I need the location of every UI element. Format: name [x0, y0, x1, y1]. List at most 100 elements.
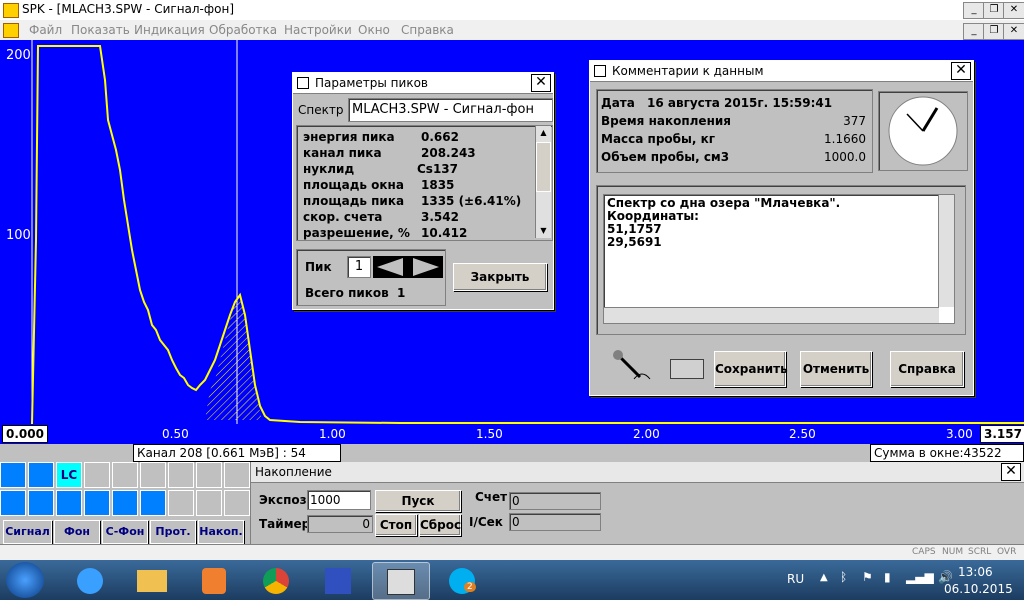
flag-icon[interactable]: ⚑: [862, 570, 873, 584]
peak-number-field[interactable]: 1: [347, 256, 371, 278]
dialog-icon: [594, 65, 606, 77]
tool-peak-outline[interactable]: [112, 462, 138, 488]
y-label-100: 100: [6, 228, 31, 243]
cancel-button[interactable]: Отменить: [800, 351, 872, 387]
param-window-area-label: площадь окна: [303, 178, 404, 192]
spk-app-icon[interactable]: [372, 562, 430, 600]
microphone-icon[interactable]: [610, 347, 654, 387]
window-sum: Сумма в окне:43522: [870, 444, 1024, 462]
mode-background-button[interactable]: Фон: [54, 520, 100, 544]
x-max-label: 3.157: [980, 425, 1024, 443]
comment-group: Спектр со дна озера "Млачевка". Координа…: [596, 185, 966, 335]
x-min-label: 0.000: [2, 425, 48, 443]
scroll-down-icon[interactable]: ▼: [536, 224, 551, 238]
menu-settings[interactable]: Настройки: [284, 23, 352, 37]
status-caps: CAPS: [912, 547, 936, 557]
chrome-icon[interactable]: [248, 562, 304, 598]
tool-marker-left[interactable]: [168, 462, 194, 488]
peak-nav-arrows[interactable]: [373, 256, 443, 278]
battery-icon[interactable]: ▮: [884, 570, 891, 584]
start-button[interactable]: [6, 562, 44, 598]
ie-icon[interactable]: [62, 562, 118, 598]
save-button[interactable]: Сохранить: [714, 351, 788, 387]
doc-close-button[interactable]: ✕: [1003, 23, 1024, 40]
date-value: 16 августа 2015г. 15:59:41: [647, 96, 833, 110]
param-energy-label: энергия пика: [303, 130, 395, 144]
comment-hscrollbar[interactable]: [604, 307, 939, 323]
clock-time[interactable]: 13:06: [958, 565, 993, 579]
clock-date[interactable]: 06.10.2015: [944, 582, 1013, 596]
menu-help[interactable]: Справка: [401, 23, 454, 37]
tool-wave-5[interactable]: [112, 490, 138, 516]
spectrum-label: Спектр: [298, 103, 344, 117]
help-button[interactable]: Справка: [890, 351, 964, 387]
menu-bar: Файл Показать Индикация Обработка Настро…: [0, 20, 1024, 40]
start-button[interactable]: Пуск: [375, 490, 461, 512]
menu-view[interactable]: Показать: [71, 23, 130, 37]
params-scrollbar[interactable]: ▲ ▼: [535, 126, 551, 238]
expos-input[interactable]: 1000: [307, 490, 371, 510]
volume-value: 1000.0: [824, 150, 866, 164]
tool-marker-right[interactable]: [224, 462, 250, 488]
dialog-icon: [297, 77, 309, 89]
comment-textarea[interactable]: Спектр со дна озера "Млачевка". Координа…: [603, 194, 955, 324]
doc-restore-button[interactable]: ❐: [983, 23, 1005, 40]
scroll-thumb[interactable]: [536, 142, 551, 192]
accum-title: Накопление: [255, 465, 332, 479]
peak-params-dialog: Параметры пиков ✕ Спектр MLACH3.SPW - Си…: [292, 72, 554, 310]
tool-green-arrow[interactable]: [168, 490, 194, 516]
tray-expand-icon[interactable]: ▲: [820, 572, 828, 583]
tape-icon[interactable]: [670, 359, 704, 379]
param-count-rate-label: скор. счета: [303, 210, 383, 224]
mode-signal-minus-bg-button[interactable]: С-Фон: [102, 520, 148, 544]
reset-button[interactable]: Сброс: [419, 514, 461, 536]
tool-wave-1[interactable]: [0, 490, 26, 516]
restore-button[interactable]: ❐: [983, 2, 1005, 19]
peak-dialog-title: Параметры пиков: [315, 76, 428, 90]
mode-protocol-button[interactable]: Прот.: [150, 520, 196, 544]
media-player-icon[interactable]: [186, 562, 242, 598]
comment-vscrollbar[interactable]: [938, 195, 954, 307]
tool-peak-yellow[interactable]: [84, 462, 110, 488]
tool-wave-2[interactable]: [28, 490, 54, 516]
tool-spectrum-red[interactable]: [196, 462, 222, 488]
tool-peak-filled[interactable]: [140, 462, 166, 488]
explorer-icon[interactable]: [124, 562, 180, 598]
language-indicator[interactable]: RU: [787, 572, 804, 586]
skype-icon[interactable]: 2: [434, 562, 490, 598]
menu-window[interactable]: Окно: [358, 23, 390, 37]
peak-dialog-titlebar: Параметры пиков ✕: [293, 73, 553, 94]
doc-minimize-button[interactable]: _: [963, 23, 985, 40]
signal-icon[interactable]: ▂▄▆: [906, 570, 934, 584]
close-button[interactable]: ✕: [1003, 2, 1024, 19]
param-resolution-value: 10.412: [421, 226, 468, 240]
tool-triangle-up[interactable]: [0, 462, 26, 488]
menu-processing[interactable]: Обработка: [209, 23, 277, 37]
tool-wave-4[interactable]: [84, 490, 110, 516]
close-icon[interactable]: ✕: [1001, 463, 1021, 481]
close-icon[interactable]: ✕: [951, 62, 971, 80]
tool-doc-arrow[interactable]: [224, 490, 250, 516]
x-tick-300: 3.00: [946, 427, 973, 441]
stop-button[interactable]: Стоп: [375, 514, 417, 536]
param-peak-area-value: 1335 (±6.41%): [421, 194, 522, 208]
close-icon[interactable]: ✕: [531, 74, 551, 92]
tool-wave-3[interactable]: [56, 490, 82, 516]
y-label-200: 200: [6, 48, 31, 63]
menu-indication[interactable]: Индикация: [134, 23, 205, 37]
param-peak-area-label: площадь пика: [303, 194, 405, 208]
tool-wave-6[interactable]: [140, 490, 166, 516]
param-nuclide-value: Cs137: [417, 162, 458, 176]
floppy-icon[interactable]: [310, 562, 366, 598]
mode-signal-button[interactable]: Сигнал: [3, 520, 52, 544]
tool-triangle-down[interactable]: [28, 462, 54, 488]
lc-button[interactable]: LC: [56, 462, 82, 488]
mode-accumulate-button[interactable]: Накоп.: [198, 520, 244, 544]
close-peaks-button[interactable]: Закрыть: [453, 263, 547, 291]
menu-file[interactable]: Файл: [29, 23, 62, 37]
minimize-button[interactable]: _: [963, 2, 985, 19]
scroll-up-icon[interactable]: ▲: [536, 126, 551, 140]
spectrum-field[interactable]: MLACH3.SPW - Сигнал-фон: [348, 98, 553, 122]
bluetooth-icon[interactable]: ᛒ: [840, 570, 847, 584]
tool-doc[interactable]: [196, 490, 222, 516]
